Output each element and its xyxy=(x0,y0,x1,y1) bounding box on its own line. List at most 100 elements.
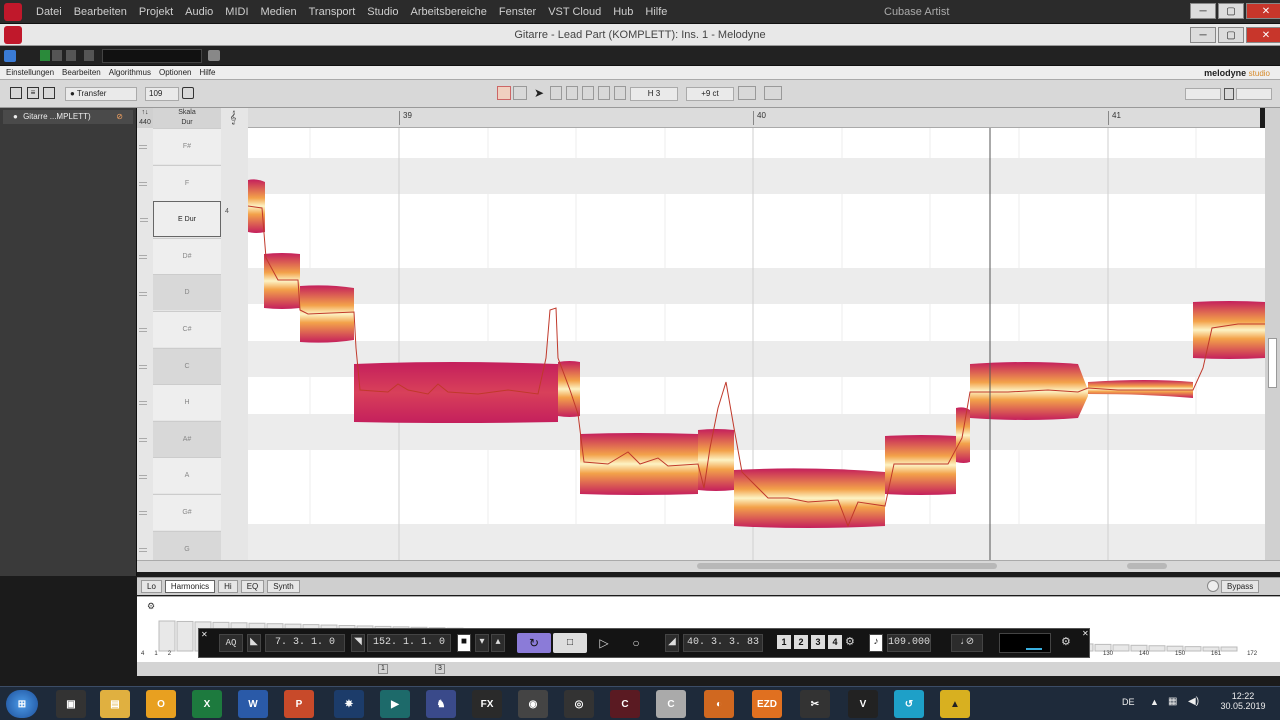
menu-item[interactable]: Projekt xyxy=(133,0,179,24)
write-icon[interactable] xyxy=(52,50,62,61)
note-canvas[interactable] xyxy=(248,128,1265,560)
track-item[interactable]: ● Gitarre ...MPLETT) ⊘ xyxy=(3,110,133,124)
tab-lo[interactable]: Lo xyxy=(141,580,162,593)
excel-icon[interactable]: X xyxy=(192,690,222,718)
left-locator-field[interactable]: 7. 3. 1. 0 xyxy=(265,634,345,652)
note-row-handle[interactable] xyxy=(140,218,148,223)
vertical-scrollbar[interactable] xyxy=(1265,108,1280,560)
pitch-cents-field[interactable]: +9 ct xyxy=(686,87,734,101)
melodyne-taskbar-icon[interactable]: ◐ xyxy=(704,690,734,718)
menu-item[interactable]: VST Cloud xyxy=(542,0,607,24)
right-locator-icon[interactable]: ◥ xyxy=(351,634,365,652)
pitch-note-field[interactable]: H 3 xyxy=(630,87,678,101)
inspector-toggle-icon[interactable] xyxy=(10,87,22,99)
cubase-active-icon[interactable]: C xyxy=(656,690,686,718)
minimize-icon[interactable]: ─ xyxy=(1190,27,1216,43)
powerpoint-icon[interactable]: P xyxy=(284,690,314,718)
metronome-icon[interactable]: ◢ xyxy=(665,634,679,652)
menu-item[interactable]: MIDI xyxy=(219,0,254,24)
network-icon[interactable]: ▦ xyxy=(1168,696,1177,707)
note-row-handle[interactable] xyxy=(139,328,147,333)
pitch-modulation-icon[interactable] xyxy=(566,86,578,100)
camera-icon[interactable] xyxy=(208,50,220,61)
fxb-icon[interactable]: FX xyxy=(472,690,502,718)
marker-button[interactable]: 4 xyxy=(828,635,842,649)
right-locator-field[interactable]: 152. 1. 1. 0 xyxy=(367,634,451,652)
histogram-icon[interactable] xyxy=(43,87,55,99)
note-row-handle[interactable] xyxy=(139,547,147,552)
footer-field-2[interactable]: 3 xyxy=(435,664,445,674)
view-icon[interactable] xyxy=(1224,88,1234,100)
note-editor[interactable] xyxy=(248,128,1265,560)
close-icon[interactable]: ✕ xyxy=(1246,3,1280,19)
note-row[interactable]: C# xyxy=(139,311,221,347)
ezd-icon[interactable]: EZD xyxy=(752,690,782,718)
vst-icon[interactable]: V xyxy=(848,690,878,718)
main-tool-icon[interactable] xyxy=(550,86,562,100)
menu-item[interactable]: Medien xyxy=(255,0,303,24)
tab-harmonics[interactable]: Harmonics xyxy=(164,580,216,593)
menu-item[interactable]: Hub xyxy=(607,0,639,24)
stop-icon[interactable]: □ xyxy=(553,633,587,653)
app-icon[interactable]: ◎ xyxy=(564,690,594,718)
note-row[interactable]: D# xyxy=(139,237,221,274)
horizontal-scrollbar[interactable] xyxy=(137,560,1280,572)
horizontal-scroll-thumb[interactable] xyxy=(697,563,997,569)
note-row[interactable]: F xyxy=(139,164,221,201)
marker-button[interactable]: 2 xyxy=(794,635,808,649)
outlook-icon[interactable]: O xyxy=(146,690,176,718)
note-row-handle[interactable] xyxy=(139,511,147,516)
vertical-scroll-thumb[interactable] xyxy=(1268,338,1277,388)
time-tool-icon[interactable] xyxy=(614,86,626,100)
snap-time-icon[interactable] xyxy=(764,86,782,100)
explorer-icon[interactable]: ▤ xyxy=(100,690,130,718)
note-row-handle[interactable] xyxy=(139,145,147,150)
tempo-track-icon[interactable]: ♪ xyxy=(869,634,883,652)
note-row[interactable]: A# xyxy=(139,420,221,457)
compare-icon[interactable] xyxy=(84,50,94,61)
snap-pitch-icon[interactable] xyxy=(738,86,756,100)
left-locator-icon[interactable]: ◣ xyxy=(247,634,261,652)
melodyne-menu-item[interactable]: Einstellungen xyxy=(6,66,54,80)
start-button[interactable]: ⊞ xyxy=(6,690,38,718)
tab-synth[interactable]: Synth xyxy=(267,580,300,593)
note-row-handle[interactable] xyxy=(139,291,147,296)
zoom-slider[interactable] xyxy=(1185,88,1221,100)
note-row[interactable]: C xyxy=(139,347,221,384)
word-icon[interactable]: W xyxy=(238,690,268,718)
tool-icon[interactable]: ✂ xyxy=(800,690,830,718)
menu-item[interactable]: Bearbeiten xyxy=(68,0,133,24)
position-display[interactable]: 40. 3. 3. 83 xyxy=(683,634,763,652)
pointer-icon[interactable]: ➤ xyxy=(534,86,546,100)
track-link-icon[interactable]: ⊘ xyxy=(116,110,123,124)
game-icon[interactable]: ♞ xyxy=(426,690,456,718)
track-record-icon[interactable]: ● xyxy=(13,112,18,121)
harmonic-bar[interactable] xyxy=(158,620,176,652)
play-icon[interactable]: ▷ xyxy=(587,633,621,653)
menu-item[interactable]: Arbeitsbereiche xyxy=(404,0,492,24)
note-row-handle[interactable] xyxy=(139,401,147,406)
minimize-icon[interactable]: ─ xyxy=(1190,3,1216,19)
scale-header[interactable]: Skala Dur xyxy=(153,108,221,128)
tray-arrow-icon[interactable]: ▲ xyxy=(1150,697,1159,707)
maximize-icon[interactable]: ▢ xyxy=(1218,3,1244,19)
click-icon[interactable]: ♩⊘ xyxy=(951,634,983,652)
link-icon[interactable] xyxy=(182,87,194,99)
maximize-icon[interactable]: ▢ xyxy=(1218,27,1244,43)
tab-hi[interactable]: Hi xyxy=(218,580,238,593)
formant-icon[interactable] xyxy=(598,86,610,100)
transfer-button[interactable]: ● Transfer xyxy=(65,87,137,101)
clock[interactable]: 12:22 30.05.2019 xyxy=(1218,691,1268,711)
cycle-icon[interactable]: ↻ xyxy=(517,633,551,653)
pitch-drift-icon[interactable] xyxy=(582,86,594,100)
melodyne-menu-item[interactable]: Hilfe xyxy=(199,66,215,80)
menu-item[interactable]: Studio xyxy=(361,0,404,24)
aq-button[interactable]: AQ xyxy=(219,634,243,652)
close-icon[interactable]: ✕ xyxy=(1246,27,1280,43)
melodyne-menu-item[interactable]: Algorithmus xyxy=(109,66,151,80)
note-row[interactable]: E Dur xyxy=(140,201,221,238)
record-icon[interactable]: ○ xyxy=(619,633,653,653)
bee-icon[interactable]: ◉ xyxy=(518,690,548,718)
menu-item[interactable]: Audio xyxy=(179,0,219,24)
lock-icon[interactable]: ■ xyxy=(457,634,471,652)
